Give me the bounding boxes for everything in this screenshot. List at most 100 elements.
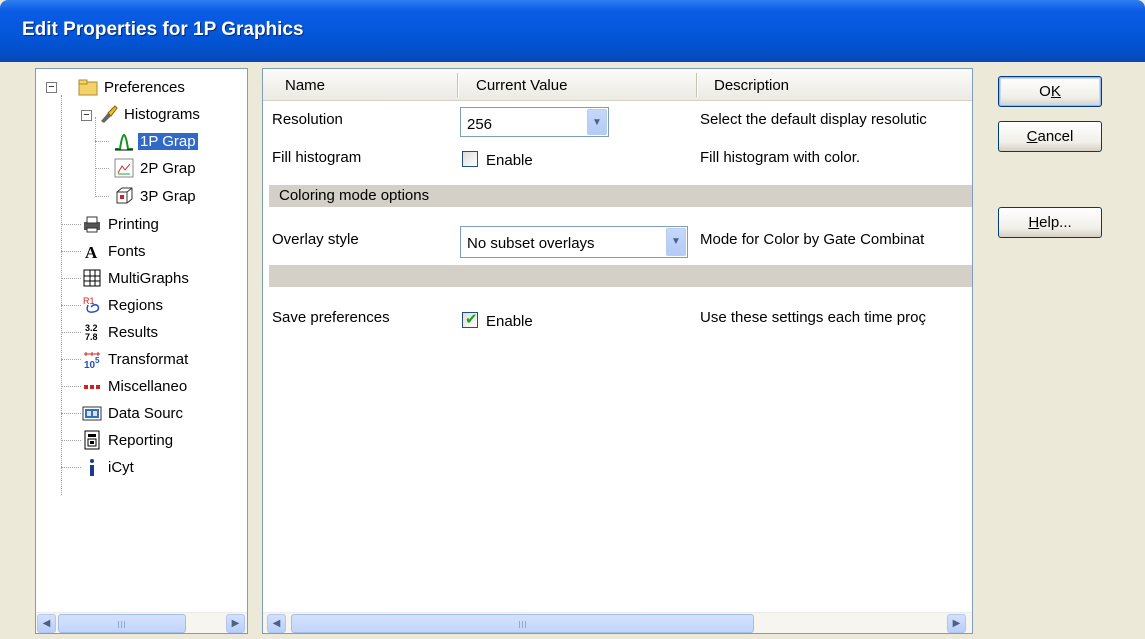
property-name-resolution: Resolution: [272, 111, 343, 128]
tree-item-regions[interactable]: R1 Regions: [82, 294, 165, 316]
3p-graph-icon: [114, 186, 134, 206]
chevron-down-icon[interactable]: ▼: [587, 109, 607, 135]
transformation-icon: 10 5: [82, 349, 102, 371]
tree-item-2p-graphics[interactable]: 2P Grap: [114, 157, 198, 179]
font-icon: A: [82, 241, 102, 262]
tree-item-results[interactable]: 3.2 7.8 Results: [82, 321, 160, 343]
cancel-label-suffix: ancel: [1037, 128, 1074, 145]
tree-item-miscellaneous[interactable]: Miscellaneo: [82, 375, 189, 397]
tree-item-transformations[interactable]: 10 5 Transformat: [82, 348, 190, 371]
cancel-button[interactable]: Cancel: [998, 121, 1102, 152]
fill-histogram-checkbox[interactable]: [462, 151, 478, 167]
checkmark-icon: ✔: [465, 311, 478, 328]
column-separator[interactable]: [696, 73, 697, 97]
property-description-save-preferences: Use these settings each time proç: [700, 309, 926, 326]
svg-text:5: 5: [95, 356, 100, 365]
grid-horizontal-scrollbar[interactable]: ◀ ▶: [263, 612, 972, 633]
svg-text:10: 10: [84, 360, 96, 369]
column-header-current-value[interactable]: Current Value: [476, 77, 567, 94]
property-name-fill-histogram: Fill histogram: [272, 149, 362, 166]
tree-connector: [61, 95, 62, 495]
preferences-tree[interactable]: − Preferences − Histograms 1P Grap 2P Gr…: [35, 68, 248, 634]
tree-horizontal-scrollbar[interactable]: ◀ ▶: [36, 612, 247, 633]
help-label-suffix: elp...: [1039, 214, 1072, 231]
printer-icon: [82, 214, 102, 234]
tree-item-icyt[interactable]: iCyt: [82, 456, 136, 478]
overlay-style-select[interactable]: No subset overlays ▼: [460, 226, 688, 258]
collapse-histograms-expander[interactable]: −: [81, 110, 92, 121]
resolution-select[interactable]: 256 ▼: [460, 107, 609, 137]
tree-connector: [61, 467, 81, 468]
section-label-coloring-mode: Coloring mode options: [279, 187, 430, 204]
scroll-right-button[interactable]: ▶: [226, 614, 245, 633]
regions-icon: R1: [82, 295, 102, 315]
tree-item-3p-graphics[interactable]: 3P Grap: [114, 185, 198, 207]
save-preferences-checkbox-label[interactable]: Enable: [486, 313, 533, 330]
column-separator[interactable]: [457, 73, 458, 97]
tree-connector: [95, 117, 96, 197]
property-description-resolution: Select the default display resolutic: [700, 111, 927, 128]
cancel-label-mnemonic: C: [1026, 128, 1038, 145]
folder-icon: [78, 77, 98, 97]
tree-connector: [61, 413, 81, 414]
tree-connector: [95, 196, 109, 197]
tree-connector: [61, 332, 81, 333]
help-button[interactable]: Help...: [998, 207, 1102, 238]
property-name-save-preferences: Save preferences: [272, 309, 390, 326]
1p-graph-icon: [114, 131, 134, 151]
column-header-name[interactable]: Name: [285, 77, 325, 94]
section-row-empty: [269, 265, 972, 287]
window-title: Edit Properties for 1P Graphics: [22, 19, 304, 40]
title-bar[interactable]: Edit Properties for 1P Graphics: [0, 0, 1145, 62]
data-source-icon: [82, 403, 102, 423]
reporting-icon: [82, 430, 102, 450]
2p-graph-icon: [114, 158, 134, 178]
svg-text:R1: R1: [83, 296, 95, 306]
property-name-overlay-style: Overlay style: [272, 231, 359, 248]
property-description-overlay-style: Mode for Color by Gate Combinat: [700, 231, 925, 248]
tree-connector: [61, 278, 81, 279]
tree-connector: [61, 224, 81, 225]
ok-label-prefix: O: [1039, 83, 1051, 100]
help-label-mnemonic: H: [1028, 214, 1040, 231]
results-icon: 3.2 7.8: [82, 322, 102, 342]
chevron-down-icon[interactable]: ▼: [666, 228, 686, 256]
svg-text:A: A: [85, 243, 98, 261]
tree-item-multigraphs[interactable]: MultiGraphs: [82, 267, 191, 289]
ok-button[interactable]: OK: [998, 76, 1102, 107]
histograms-brush-icon: [98, 104, 118, 124]
tree-connector: [61, 386, 81, 387]
tree-connector: [61, 251, 81, 252]
tree-item-preferences[interactable]: Preferences: [78, 76, 187, 98]
scroll-right-button[interactable]: ▶: [947, 614, 966, 633]
info-icon: [82, 457, 102, 477]
fill-histogram-checkbox-label[interactable]: Enable: [486, 152, 533, 169]
tree-item-data-source[interactable]: Data Sourc: [82, 402, 185, 424]
svg-text:7.8: 7.8: [85, 332, 98, 342]
tree-connector: [61, 440, 81, 441]
save-preferences-checkbox[interactable]: ✔: [462, 311, 478, 328]
tree-connector: [61, 305, 81, 306]
tree-item-printing[interactable]: Printing: [82, 213, 161, 235]
column-header-description[interactable]: Description: [714, 77, 789, 94]
property-description-fill-histogram: Fill histogram with color.: [700, 149, 861, 166]
tree-item-reporting[interactable]: Reporting: [82, 429, 175, 451]
collapse-preferences-expander[interactable]: −: [46, 82, 57, 93]
scrollbar-thumb[interactable]: [58, 614, 186, 633]
tree-item-histograms[interactable]: Histograms: [98, 103, 202, 125]
ok-label-mnemonic: K: [1050, 83, 1061, 100]
scroll-left-button[interactable]: ◀: [37, 614, 56, 633]
scrollbar-thumb[interactable]: [291, 614, 754, 633]
grip-icon: [118, 621, 126, 628]
section-row-coloring-mode: Coloring mode options: [269, 185, 972, 207]
tree-connector: [95, 168, 109, 169]
grid-header: Name Current Value Description: [263, 69, 972, 101]
resolution-value: 256: [467, 116, 493, 133]
property-grid[interactable]: Name Current Value Description Resolutio…: [262, 68, 973, 634]
scroll-left-button[interactable]: ◀: [267, 614, 286, 633]
grip-icon: [518, 621, 527, 628]
overlay-style-value: No subset overlays: [467, 235, 595, 252]
miscellaneous-icon: [82, 376, 102, 396]
tree-item-fonts[interactable]: A Fonts: [82, 240, 148, 263]
tree-item-1p-graphics[interactable]: 1P Grap: [114, 130, 198, 152]
